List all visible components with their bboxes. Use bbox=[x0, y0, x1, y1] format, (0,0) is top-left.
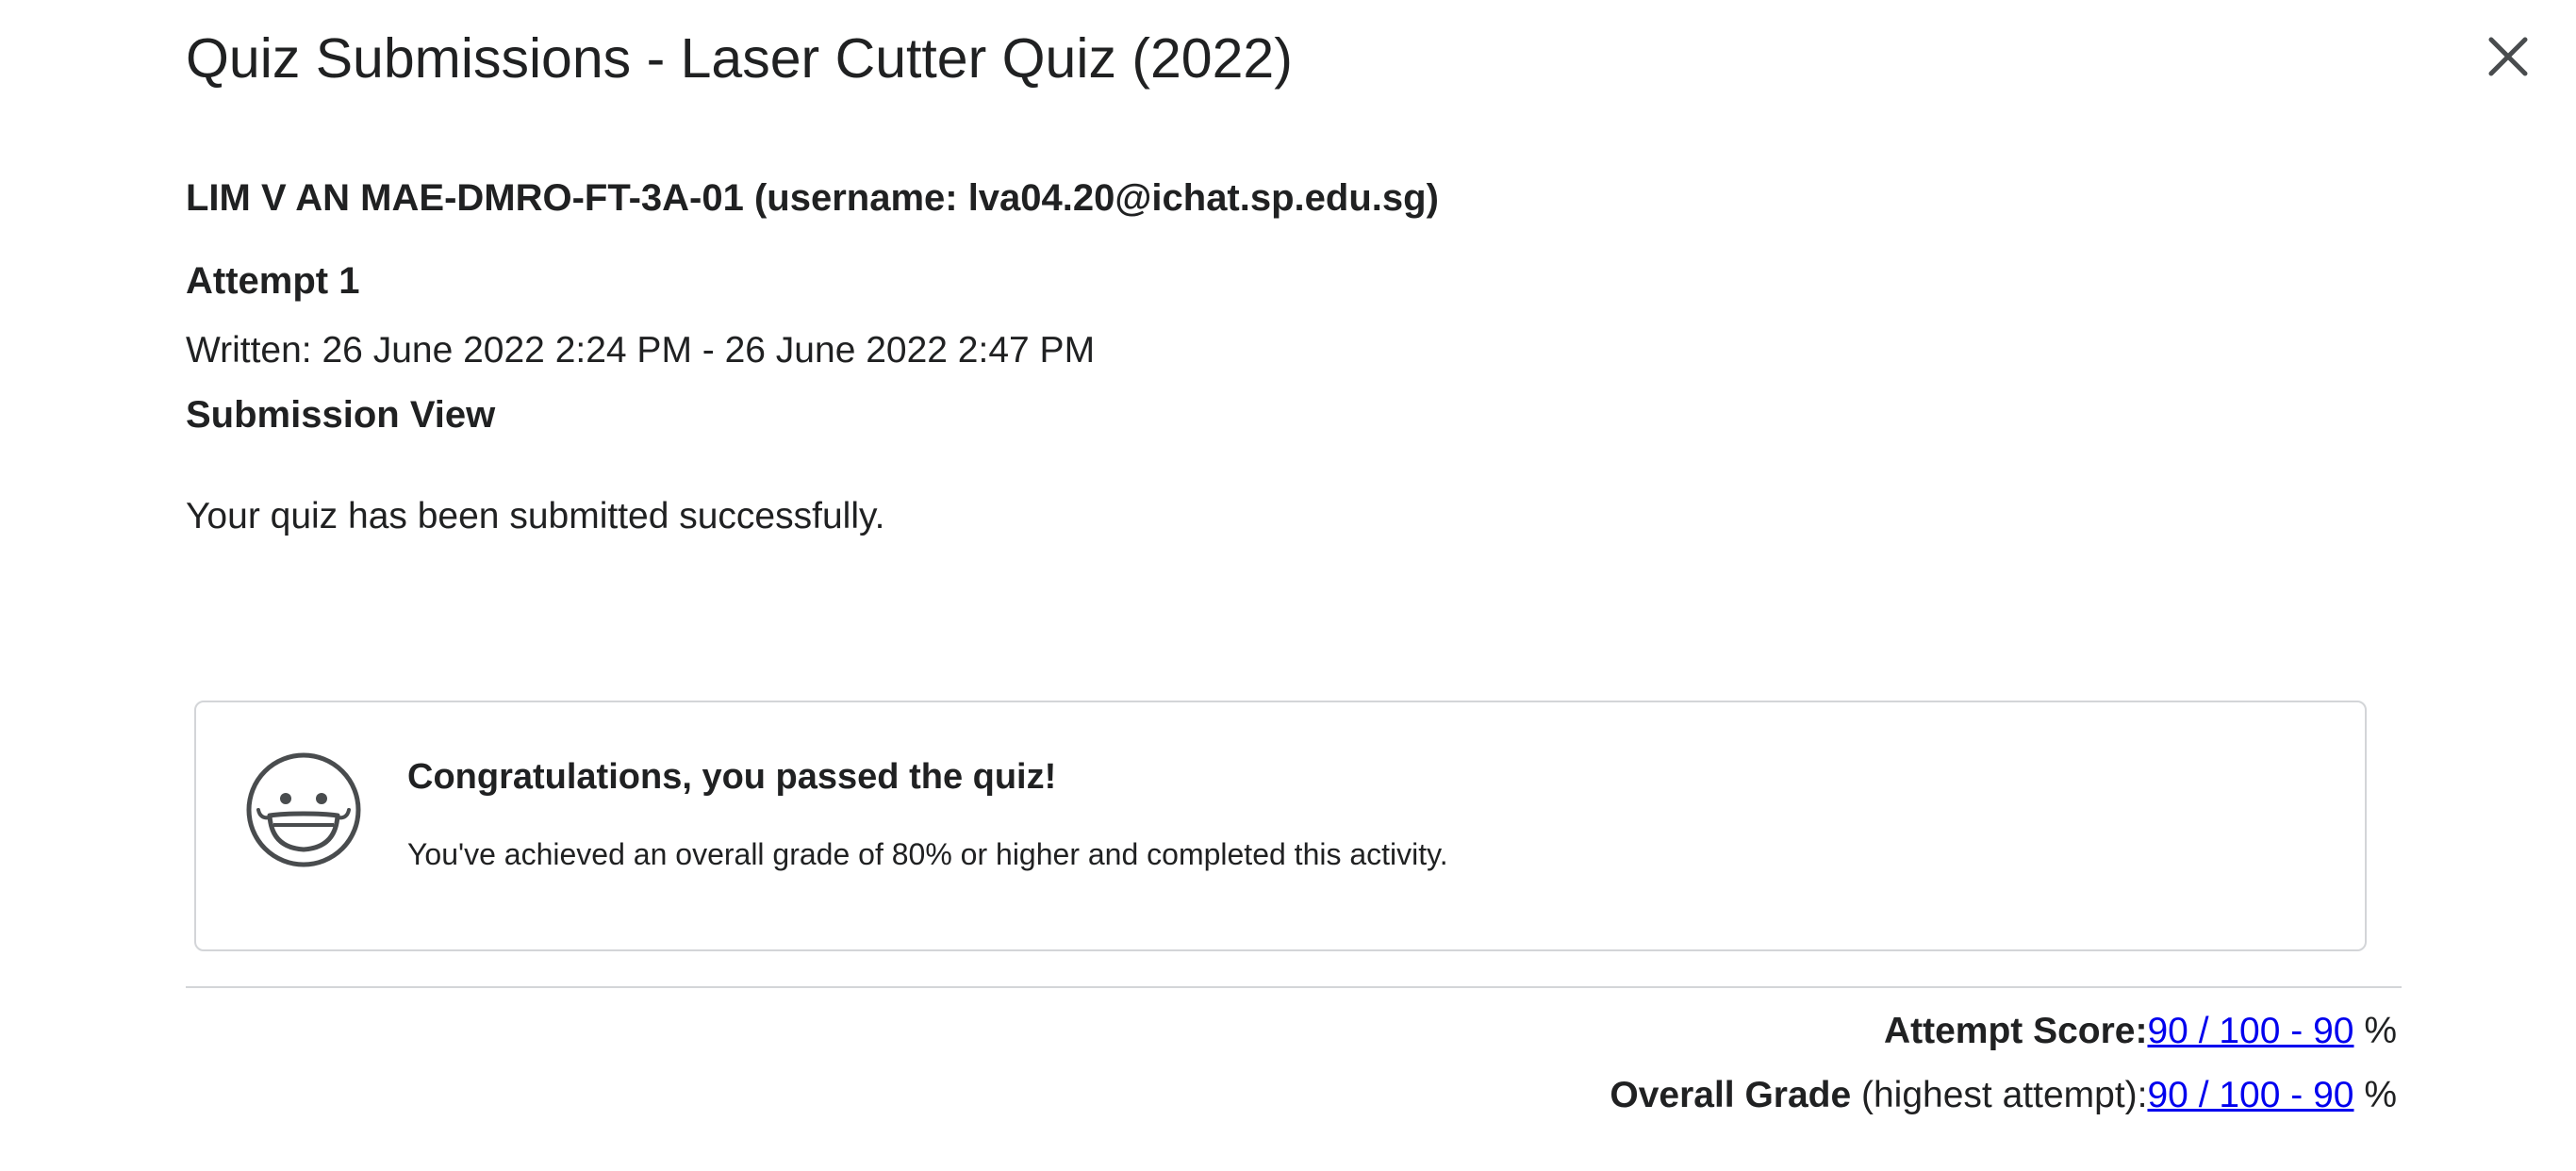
pass-notification-card: Congratulations, you passed the quiz! Yo… bbox=[194, 701, 2367, 951]
overall-grade-row: Overall Grade (highest attempt):90 / 100… bbox=[1610, 1069, 2397, 1122]
overall-grade-suffix: % bbox=[2353, 1075, 2397, 1115]
close-icon[interactable] bbox=[2480, 28, 2536, 85]
attempt-score-suffix: % bbox=[2353, 1011, 2397, 1051]
written-timestamp: Written: 26 June 2022 2:24 PM - 26 June … bbox=[186, 330, 1096, 371]
attempt-score-link[interactable]: 90 / 100 - 90 bbox=[2147, 1011, 2353, 1051]
smiley-icon bbox=[246, 752, 361, 867]
overall-grade-label: Overall Grade bbox=[1610, 1075, 1852, 1115]
attempt-score-row: Attempt Score:90 / 100 - 90 % bbox=[1884, 1005, 2397, 1058]
overall-grade-note: (highest attempt): bbox=[1851, 1075, 2148, 1115]
student-info: LIM V AN MAE-DMRO-FT-3A-01 (username: lv… bbox=[186, 177, 1439, 219]
pass-card-title: Congratulations, you passed the quiz! bbox=[407, 757, 1057, 797]
attempt-heading: Attempt 1 bbox=[186, 260, 360, 302]
attempt-score-label: Attempt Score: bbox=[1883, 1011, 2148, 1051]
overall-grade-link[interactable]: 90 / 100 - 90 bbox=[2147, 1075, 2353, 1115]
divider bbox=[186, 986, 2402, 988]
page-title: Quiz Submissions - Laser Cutter Quiz (20… bbox=[186, 27, 1293, 90]
submission-success-message: Your quiz has been submitted successfull… bbox=[186, 496, 885, 536]
submission-view-heading: Submission View bbox=[186, 394, 496, 436]
pass-card-text: You've achieved an overall grade of 80% … bbox=[407, 837, 1448, 871]
